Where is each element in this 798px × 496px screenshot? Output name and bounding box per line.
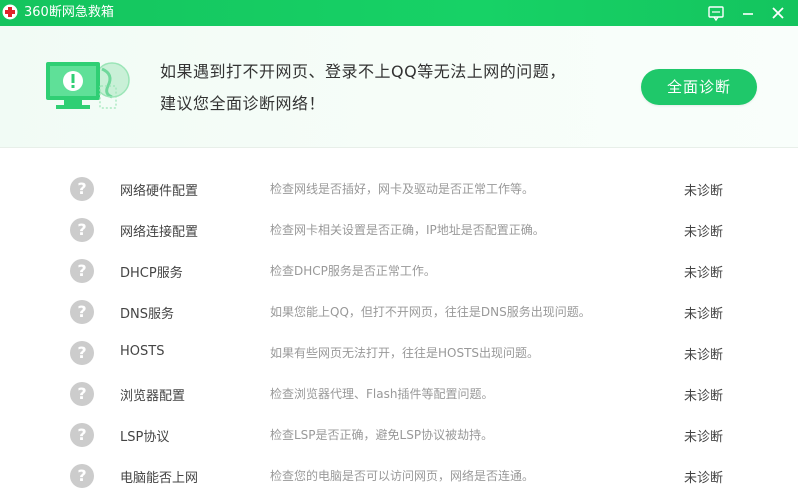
list-item: ? 网络连接配置 检查网卡相关设置是否正确，IP地址是否配置正确。 未诊断 (0, 209, 798, 250)
check-description: 检查网线是否插好，网卡及驱动是否正常工作等。 (270, 182, 535, 196)
banner: 如果遇到打不开网页、登录不上QQ等无法上网的问题， 建议您全面诊断网络！ 全面诊… (0, 26, 798, 148)
check-name: DNS服务 (120, 307, 174, 322)
check-status: 未诊断 (684, 225, 724, 240)
check-description: 检查您的电脑是否可以访问网页，网络是否连通。 (270, 469, 535, 483)
list-item: ? LSP协议 检查LSP是否正确，避免LSP协议被劫持。 未诊断 (0, 414, 798, 455)
check-name: 浏览器配置 (120, 389, 186, 404)
list-item: ? 电脑能否上网 检查您的电脑是否可以访问网页，网络是否连通。 未诊断 (0, 455, 798, 496)
check-status: 未诊断 (684, 266, 724, 281)
check-name: LSP协议 (120, 430, 170, 445)
banner-message-line2: 建议您全面诊断网络！ (160, 94, 326, 113)
check-description: 如果您能上QQ，但打不开网页，往往是DNS服务出现问题。 (270, 305, 591, 319)
check-name: 网络连接配置 (120, 225, 199, 240)
title-bar: 360断网急救箱 (0, 0, 798, 26)
check-description: 如果有些网页无法打开，往往是HOSTS出现问题。 (270, 346, 540, 360)
check-status: 未诊断 (684, 389, 724, 404)
check-name: 电脑能否上网 (120, 471, 199, 486)
question-icon: ? (70, 423, 94, 447)
list-item: ? DHCP服务 检查DHCP服务是否正常工作。 未诊断 (0, 250, 798, 291)
check-name: HOSTS (120, 344, 165, 359)
question-icon: ? (70, 300, 94, 324)
question-icon: ? (70, 464, 94, 488)
feedback-icon[interactable] (706, 3, 726, 23)
question-icon: ? (70, 341, 94, 365)
question-icon: ? (70, 177, 94, 201)
question-icon: ? (70, 218, 94, 242)
check-description: 检查LSP是否正确，避免LSP协议被劫持。 (270, 428, 494, 442)
question-icon: ? (70, 382, 94, 406)
check-name: 网络硬件配置 (120, 184, 199, 199)
list-item: ? 浏览器配置 检查浏览器代理、Flash插件等配置问题。 未诊断 (0, 373, 798, 414)
check-status: 未诊断 (684, 184, 724, 199)
full-diagnose-button[interactable]: 全面诊断 (641, 69, 757, 105)
red-cross-logo-icon (2, 4, 18, 20)
question-icon: ? (70, 259, 94, 283)
check-description: 检查浏览器代理、Flash插件等配置问题。 (270, 387, 494, 401)
check-status: 未诊断 (684, 430, 724, 445)
check-name: DHCP服务 (120, 266, 183, 281)
network-monitor-illustration (46, 62, 130, 109)
minimize-icon[interactable] (738, 3, 758, 23)
close-icon[interactable] (768, 3, 788, 23)
check-description: 检查网卡相关设置是否正确，IP地址是否配置正确。 (270, 223, 545, 237)
list-item: ? HOSTS 如果有些网页无法打开，往往是HOSTS出现问题。 未诊断 (0, 332, 798, 373)
check-description: 检查DHCP服务是否正常工作。 (270, 264, 436, 278)
check-status: 未诊断 (684, 471, 724, 486)
check-status: 未诊断 (684, 348, 724, 363)
window-title: 360断网急救箱 (24, 5, 114, 20)
list-item: ? DNS服务 如果您能上QQ，但打不开网页，往往是DNS服务出现问题。 未诊断 (0, 291, 798, 332)
list-item: ? 网络硬件配置 检查网线是否插好，网卡及驱动是否正常工作等。 未诊断 (0, 168, 798, 209)
check-status: 未诊断 (684, 307, 724, 322)
banner-message-line1: 如果遇到打不开网页、登录不上QQ等无法上网的问题， (160, 62, 566, 81)
